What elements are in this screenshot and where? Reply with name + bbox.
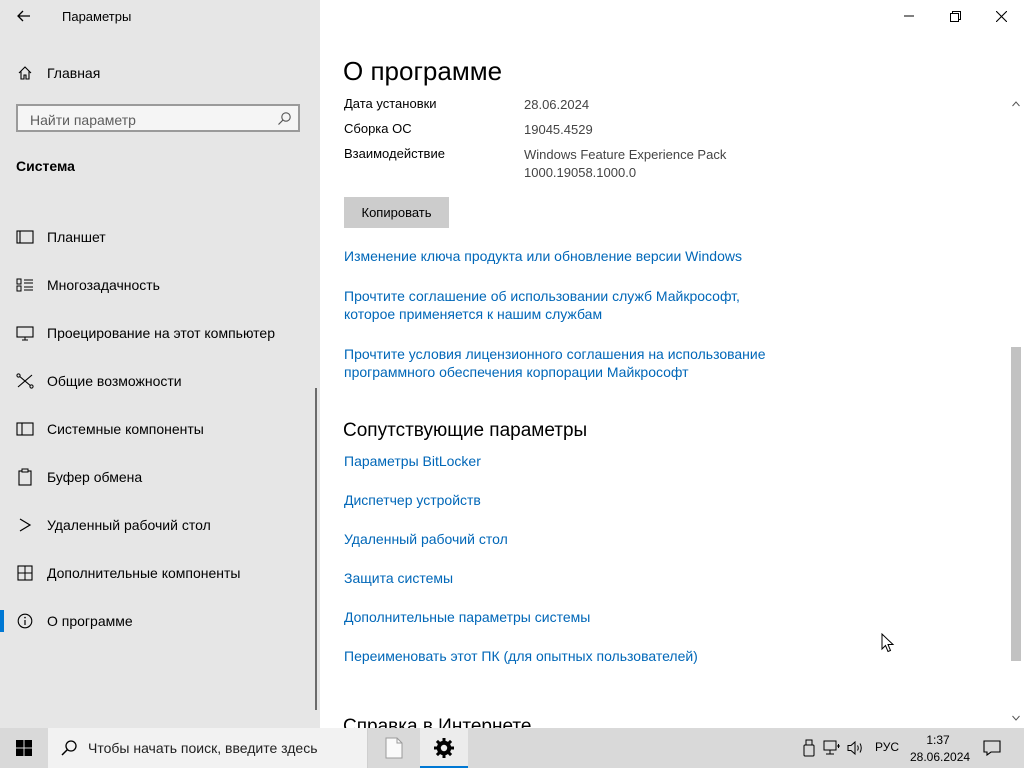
system-components-icon: [16, 420, 34, 438]
sidebar-item-label: Общие возможности: [47, 373, 182, 389]
tablet-icon: [16, 228, 34, 246]
sidebar-item-projecting[interactable]: Проецирование на этот компьютер: [0, 313, 316, 353]
related-settings-heading: Сопутствующие параметры: [343, 420, 588, 441]
mouse-cursor-icon: [881, 633, 895, 653]
nav-home[interactable]: Главная: [0, 58, 320, 88]
remote-desktop-link[interactable]: Удаленный рабочий стол: [344, 530, 508, 548]
taskbar-file-app[interactable]: [370, 728, 418, 768]
back-arrow-icon: [17, 10, 30, 22]
home-icon: [16, 64, 34, 82]
info-icon: [16, 612, 34, 630]
sidebar-item-label: Удаленный рабочий стол: [47, 517, 211, 533]
sidebar-item-clipboard[interactable]: Буфер обмена: [0, 457, 316, 497]
minimize-button[interactable]: [886, 0, 932, 32]
back-button[interactable]: [10, 4, 38, 28]
app-title: Параметры: [62, 9, 132, 24]
minimize-icon: [904, 15, 914, 17]
spec-value-line2: 1000.19058.1000.0: [524, 165, 637, 180]
document-icon: [385, 737, 403, 759]
device-manager-link[interactable]: Диспетчер устройств: [344, 491, 481, 509]
link-text: которое применяется к нашим службам: [344, 306, 603, 322]
volume-icon[interactable]: [847, 738, 865, 758]
clock[interactable]: 1:37 28.06.2024: [910, 732, 971, 766]
optional-features-icon: [16, 564, 34, 582]
notification-center-button[interactable]: [976, 728, 1008, 768]
sidebar-section-title: Система: [16, 158, 75, 174]
taskbar-search-box[interactable]: Чтобы начать поиск, введите здесь: [48, 728, 368, 768]
sidebar-item-label: Системные компоненты: [47, 421, 204, 437]
sidebar-item-system-components[interactable]: Системные компоненты: [0, 409, 316, 449]
sidebar-item-label: Дополнительные компоненты: [47, 565, 241, 581]
shared-experiences-icon: [16, 372, 34, 390]
link-text: Прочтите соглашение об использовании слу…: [344, 288, 740, 304]
network-icon[interactable]: [823, 738, 841, 758]
advanced-system-settings-link[interactable]: Дополнительные параметры системы: [344, 608, 590, 626]
scrollbar-thumb[interactable]: [1011, 347, 1021, 661]
sidebar-item-label: Проецирование на этот компьютер: [47, 325, 275, 341]
sidebar-item-remote-desktop[interactable]: Удаленный рабочий стол: [0, 505, 316, 545]
taskbar-search-placeholder: Чтобы начать поиск, введите здесь: [88, 740, 318, 756]
rename-pc-link[interactable]: Переименовать этот ПК (для опытных польз…: [344, 647, 698, 665]
start-button[interactable]: [0, 728, 48, 768]
sidebar-item-label: Многозадачность: [47, 277, 160, 293]
clock-time: 1:37: [926, 733, 950, 747]
close-icon: [995, 10, 1007, 22]
system-protection-link[interactable]: Защита системы: [344, 569, 453, 587]
settings-sidebar: Параметры Главная Система Планшет Многоз…: [0, 0, 320, 728]
spec-key: Сборка ОС: [344, 121, 412, 136]
clock-date: 28.06.2024: [910, 750, 971, 764]
search-icon[interactable]: [276, 111, 292, 127]
spec-value: 19045.4529: [524, 122, 593, 137]
gear-icon: [434, 738, 454, 758]
restore-icon: [949, 10, 961, 22]
link-text: программного обеспечения корпорации Майк…: [344, 364, 689, 380]
spec-key: Взаимодействие: [344, 146, 445, 161]
settings-search-box[interactable]: [16, 104, 300, 132]
remote-desktop-icon: [16, 516, 34, 534]
projecting-icon: [16, 324, 34, 342]
spec-value: Windows Feature Experience Pack: [524, 147, 727, 162]
spec-key: Дата установки: [344, 96, 437, 111]
sidebar-item-label: О программе: [47, 613, 133, 629]
notification-icon: [983, 740, 1001, 756]
page-title: О программе: [343, 56, 503, 86]
spec-value: 28.06.2024: [524, 97, 590, 112]
windows-logo-icon: [16, 740, 32, 756]
main-content: О программе Дата установки 28.06.2024 Сб…: [320, 0, 1024, 737]
copy-button[interactable]: Копировать: [344, 197, 449, 228]
scroll-up-icon[interactable]: [1012, 100, 1020, 108]
settings-search-input[interactable]: [28, 110, 272, 130]
link-text: Изменение ключа продукта или обновление …: [344, 248, 742, 264]
close-button[interactable]: [978, 0, 1024, 32]
sidebar-item-optional-features[interactable]: Дополнительные компоненты: [0, 553, 316, 593]
scroll-down-icon[interactable]: [1012, 714, 1020, 722]
sidebar-item-about[interactable]: О программе: [0, 601, 316, 641]
restore-button[interactable]: [932, 0, 978, 32]
change-product-key-link[interactable]: Изменение ключа продукта или обновление …: [344, 247, 742, 265]
services-agreement-link[interactable]: Прочтите соглашение об использовании слу…: [344, 287, 740, 323]
sidebar-item-shared-experiences[interactable]: Общие возможности: [0, 361, 316, 401]
sidebar-item-label: Буфер обмена: [47, 469, 143, 485]
taskbar-settings-app[interactable]: [420, 728, 468, 768]
bitlocker-link[interactable]: Параметры BitLocker: [344, 452, 481, 470]
nav-home-label: Главная: [47, 65, 101, 81]
sidebar-item-tablet[interactable]: Планшет: [0, 217, 316, 257]
sidebar-item-label: Планшет: [47, 229, 106, 245]
license-terms-link[interactable]: Прочтите условия лицензионного соглашени…: [344, 345, 766, 381]
input-language[interactable]: РУС: [875, 740, 899, 754]
main-scrollbar[interactable]: [1008, 94, 1024, 728]
taskbar: Чтобы начать поиск, введите здесь РУС 1:…: [0, 728, 1024, 768]
usb-device-icon[interactable]: [800, 738, 818, 758]
sidebar-scrollbar[interactable]: [315, 388, 317, 710]
sidebar-item-multitasking[interactable]: Многозадачность: [0, 265, 316, 305]
multitasking-icon: [16, 276, 34, 294]
clipboard-icon: [16, 468, 34, 486]
search-icon: [61, 740, 77, 756]
link-text: Прочтите условия лицензионного соглашени…: [344, 346, 766, 362]
